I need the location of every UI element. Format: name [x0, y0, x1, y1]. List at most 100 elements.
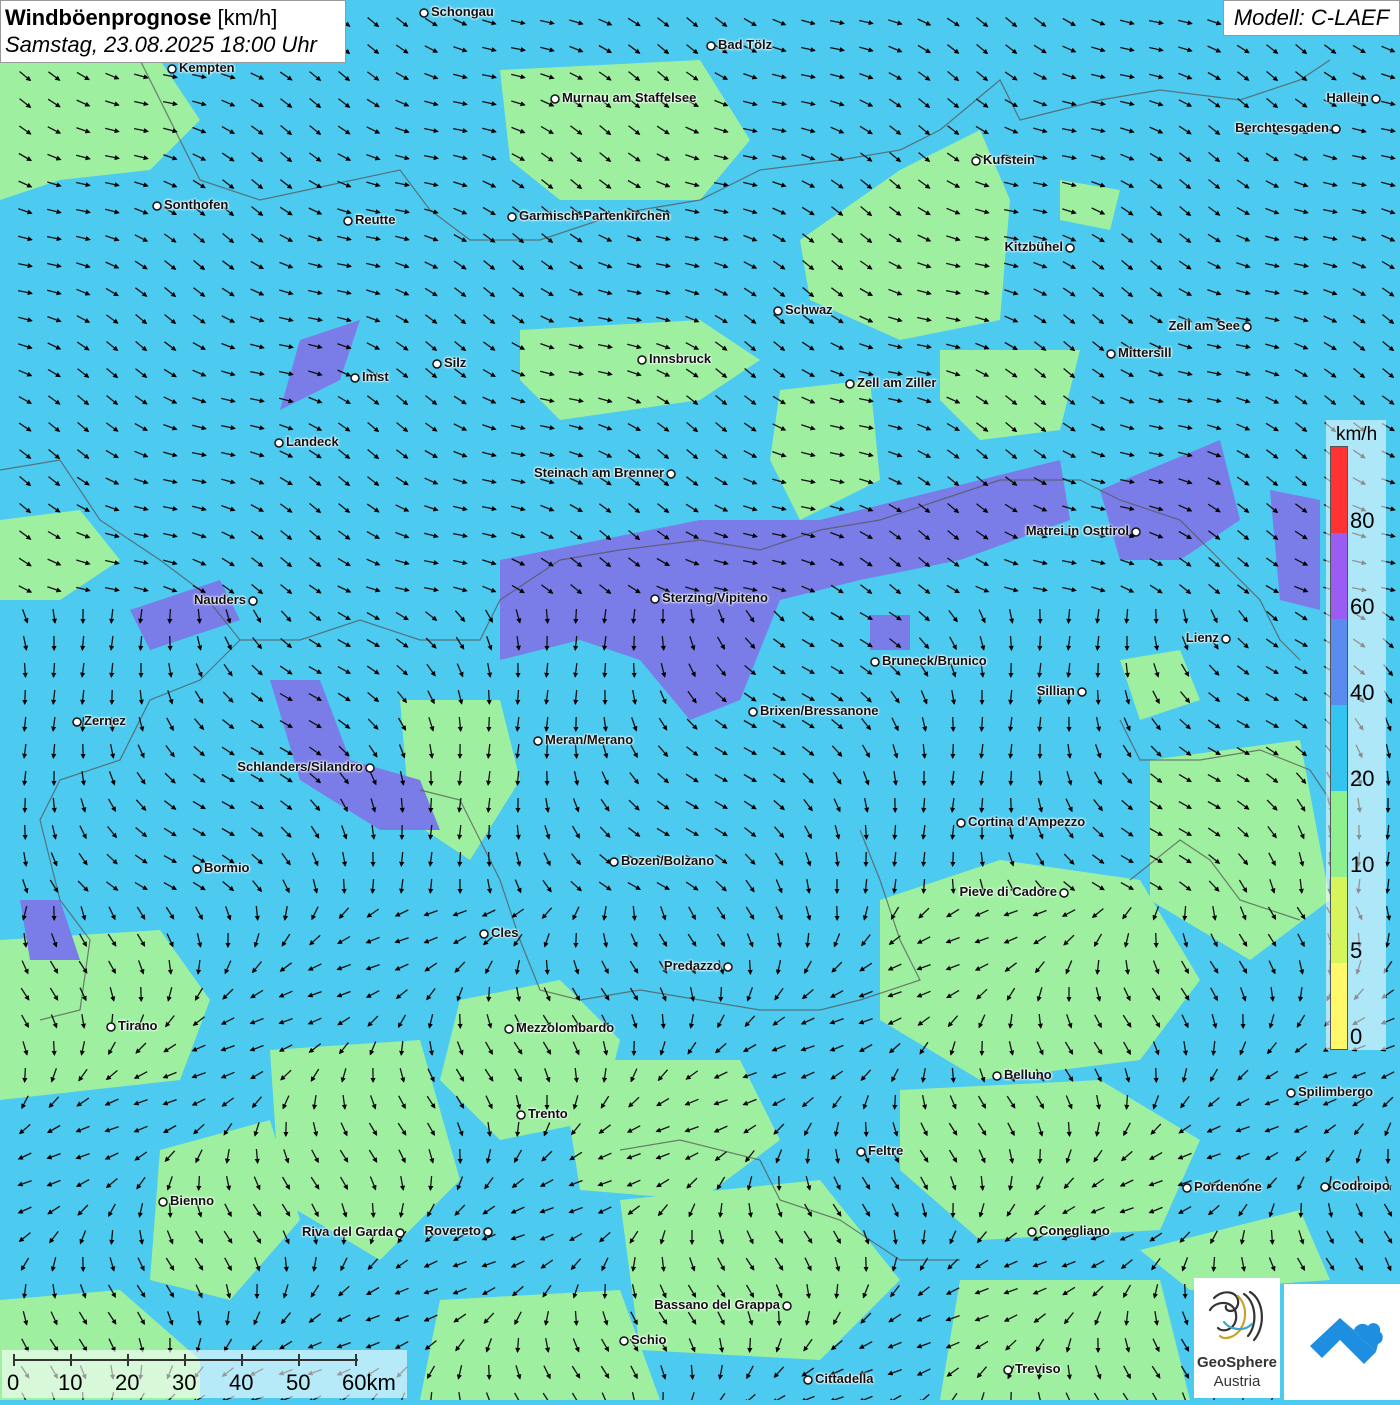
city-marker[interactable] [724, 963, 732, 971]
city-label: Bruneck/Brunico [882, 653, 987, 668]
city-marker[interactable] [534, 737, 542, 745]
city-marker[interactable] [396, 1229, 404, 1237]
logo-line1: GeoSphere [1194, 1354, 1280, 1371]
city-marker[interactable] [505, 1025, 513, 1033]
city-label: Pordenone [1194, 1179, 1262, 1194]
city-marker[interactable] [420, 9, 428, 17]
legend-bar [1330, 446, 1348, 1050]
city-marker[interactable] [667, 470, 675, 478]
city-marker[interactable] [366, 764, 374, 772]
city-marker[interactable] [1287, 1089, 1295, 1097]
model-label: Modell: C-LAEF [1223, 0, 1400, 36]
city-label: Codroipo [1332, 1178, 1390, 1193]
city-marker[interactable] [638, 356, 646, 364]
city-marker[interactable] [749, 708, 757, 716]
city-label: Predazzo [664, 958, 721, 973]
scale-label-60km: 60km [342, 1370, 396, 1396]
city-label: Brixen/Bressanone [760, 703, 879, 718]
city-marker[interactable] [168, 65, 176, 73]
city-marker[interactable] [610, 858, 618, 866]
city-label: Imst [362, 369, 389, 384]
legend-seg-80 [1331, 447, 1347, 533]
city-label: Bienno [170, 1193, 214, 1208]
legend-unit: km/h [1336, 424, 1377, 446]
city-label: Zell am See [1168, 318, 1240, 333]
city-marker[interactable] [1078, 688, 1086, 696]
city-label: Cles [491, 925, 518, 940]
city-label: Spilimbergo [1298, 1084, 1373, 1099]
legend-label-5: 5 [1350, 938, 1362, 964]
city-marker[interactable] [972, 157, 980, 165]
city-marker[interactable] [1321, 1183, 1329, 1191]
city-label: Bormio [204, 860, 250, 875]
legend-label-60: 60 [1350, 594, 1374, 620]
city-marker[interactable] [153, 202, 161, 210]
city-marker[interactable] [1107, 350, 1115, 358]
city-marker[interactable] [957, 819, 965, 827]
cloud-mountain-icon [1284, 1284, 1400, 1400]
city-label: Feltre [868, 1143, 903, 1158]
geosphere-logo[interactable]: GeoSphere Austria [1194, 1278, 1280, 1398]
city-marker[interactable] [480, 930, 488, 938]
city-marker[interactable] [484, 1228, 492, 1236]
scale-label-50: 50 [286, 1370, 310, 1396]
city-marker[interactable] [1332, 125, 1340, 133]
city-label: Trento [528, 1106, 568, 1121]
legend-seg-5 [1331, 877, 1347, 963]
city-marker[interactable] [1004, 1366, 1012, 1374]
city-label: Sillian [1037, 683, 1075, 698]
city-label: Cortina d'Ampezzo [968, 814, 1085, 829]
city-marker[interactable] [107, 1023, 115, 1031]
city-marker[interactable] [1066, 244, 1074, 252]
city-label: Reutte [355, 212, 395, 227]
city-label: Garmisch-Partenkirchen [519, 208, 670, 223]
city-marker[interactable] [804, 1376, 812, 1384]
city-marker[interactable] [517, 1111, 525, 1119]
city-marker[interactable] [783, 1302, 791, 1310]
city-marker[interactable] [1028, 1228, 1036, 1236]
city-label: Murnau am Staffelsee [562, 90, 696, 105]
city-marker[interactable] [846, 380, 854, 388]
legend-seg-20 [1331, 705, 1347, 791]
city-marker[interactable] [1222, 635, 1230, 643]
city-marker[interactable] [193, 865, 201, 873]
city-label: Belluno [1004, 1067, 1052, 1082]
city-label: Innsbruck [649, 351, 711, 366]
city-label: Bassano del Grappa [654, 1297, 780, 1312]
legend-seg-10 [1331, 791, 1347, 877]
city-marker[interactable] [651, 595, 659, 603]
city-marker[interactable] [73, 718, 81, 726]
legend-seg-40 [1331, 619, 1347, 705]
city-marker[interactable] [351, 374, 359, 382]
scale-label-20: 20 [115, 1370, 139, 1396]
city-marker[interactable] [344, 217, 352, 225]
city-label: Silz [444, 355, 466, 370]
city-marker[interactable] [1183, 1184, 1191, 1192]
city-marker[interactable] [159, 1198, 167, 1206]
city-marker[interactable] [433, 360, 441, 368]
city-marker[interactable] [1243, 323, 1251, 331]
city-marker[interactable] [857, 1148, 865, 1156]
city-marker[interactable] [993, 1072, 1001, 1080]
app-logo[interactable] [1284, 1284, 1400, 1400]
scale-label-40: 40 [229, 1370, 253, 1396]
city-label: Schongau [431, 4, 494, 19]
legend-label-80: 80 [1350, 508, 1374, 534]
city-marker[interactable] [275, 439, 283, 447]
city-marker[interactable] [707, 42, 715, 50]
city-label: Riva del Garda [302, 1224, 393, 1239]
city-marker[interactable] [620, 1337, 628, 1345]
city-marker[interactable] [774, 307, 782, 315]
scale-label-30: 30 [172, 1370, 196, 1396]
city-marker[interactable] [1060, 889, 1068, 897]
city-marker[interactable] [508, 213, 516, 221]
geosphere-swirl-icon [1194, 1278, 1280, 1354]
legend-label-40: 40 [1350, 680, 1374, 706]
city-marker[interactable] [871, 658, 879, 666]
city-label: Bozen/Bolzano [621, 853, 714, 868]
city-marker[interactable] [249, 597, 257, 605]
city-marker[interactable] [1132, 528, 1140, 536]
city-marker[interactable] [1372, 95, 1380, 103]
city-marker[interactable] [551, 95, 559, 103]
legend-seg-0 [1331, 963, 1347, 1049]
